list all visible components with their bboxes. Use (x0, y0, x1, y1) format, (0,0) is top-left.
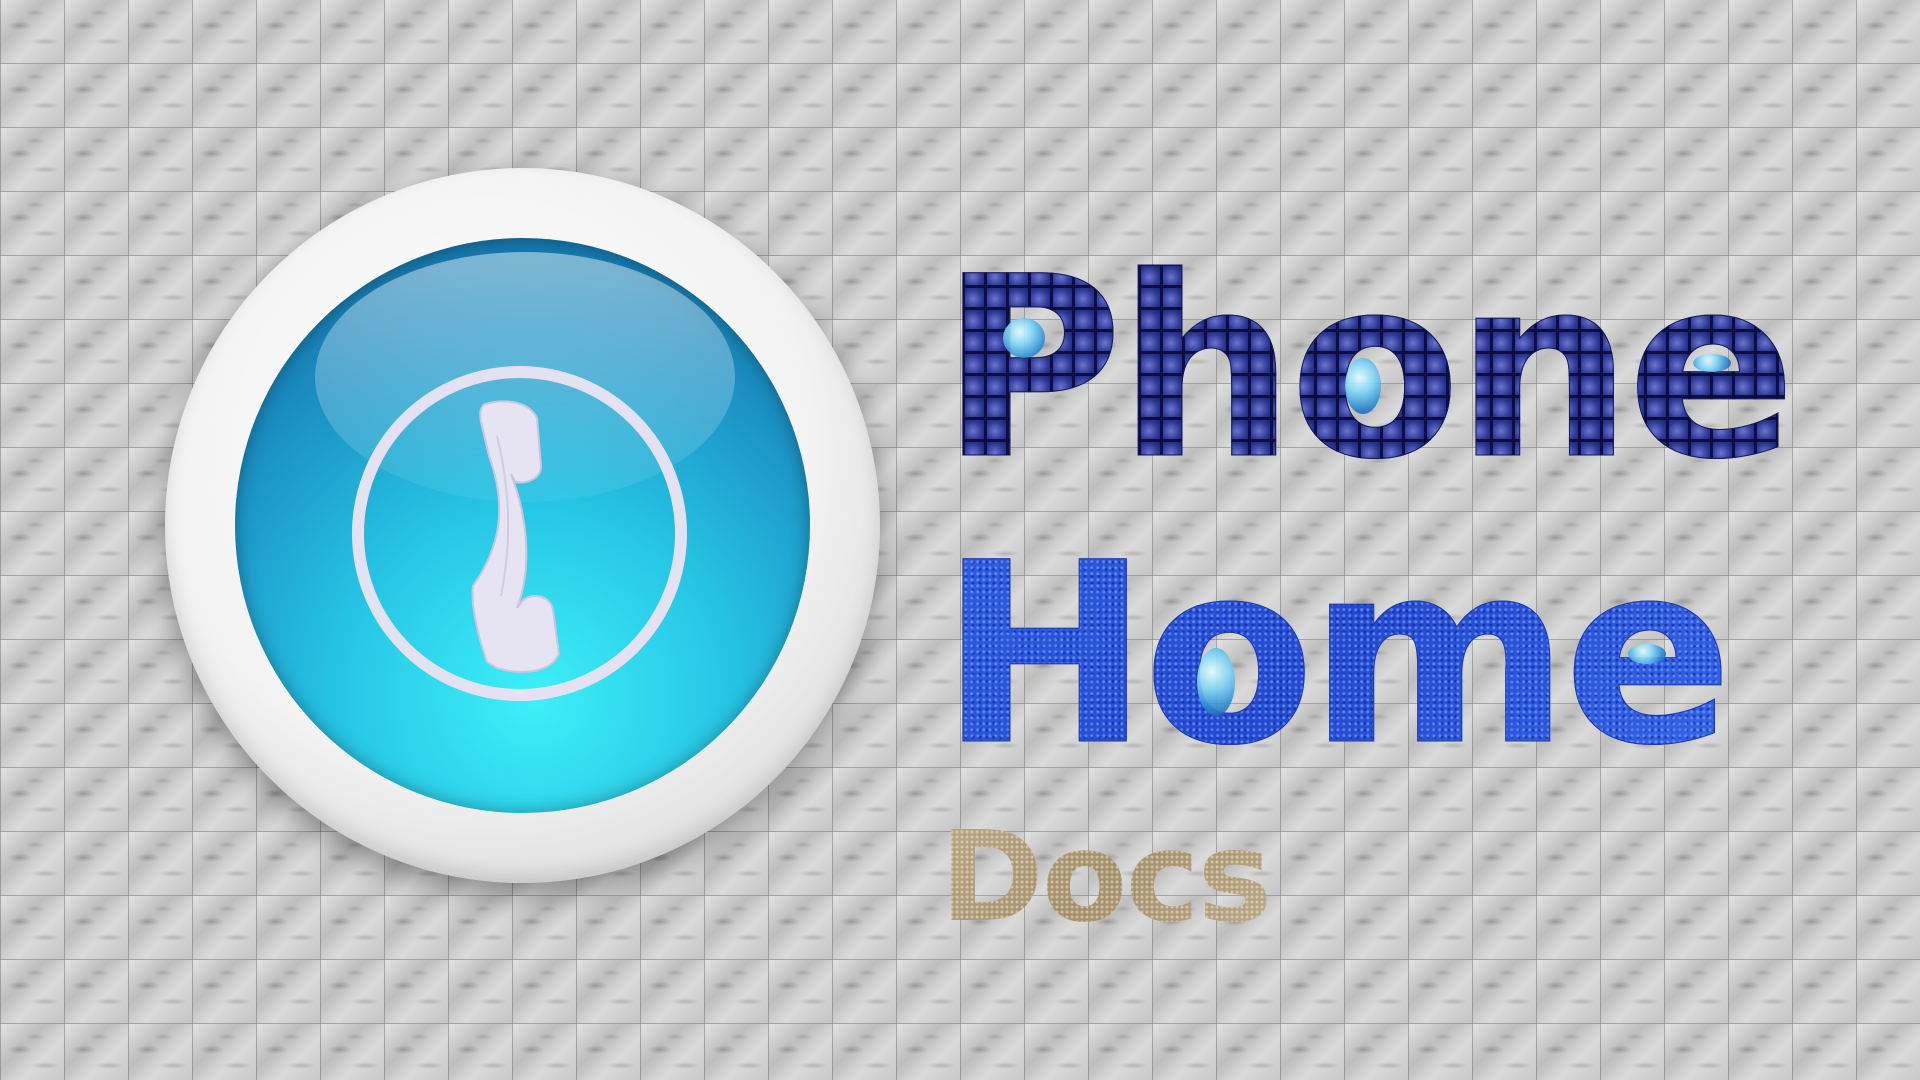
title-docs: Docs (940, 805, 1271, 950)
splash-screen: Phone Home Docs (0, 0, 1920, 1080)
phone-logo (165, 168, 880, 883)
phone-logo-disc (235, 238, 810, 813)
gem-highlight (1345, 358, 1381, 414)
gem-highlight (1003, 318, 1045, 358)
gem-highlight (1693, 354, 1731, 372)
phone-handset-icon (471, 400, 561, 673)
gem-highlight (1197, 648, 1235, 716)
title-home: Home (939, 509, 1734, 800)
gem-highlight (1628, 644, 1666, 664)
